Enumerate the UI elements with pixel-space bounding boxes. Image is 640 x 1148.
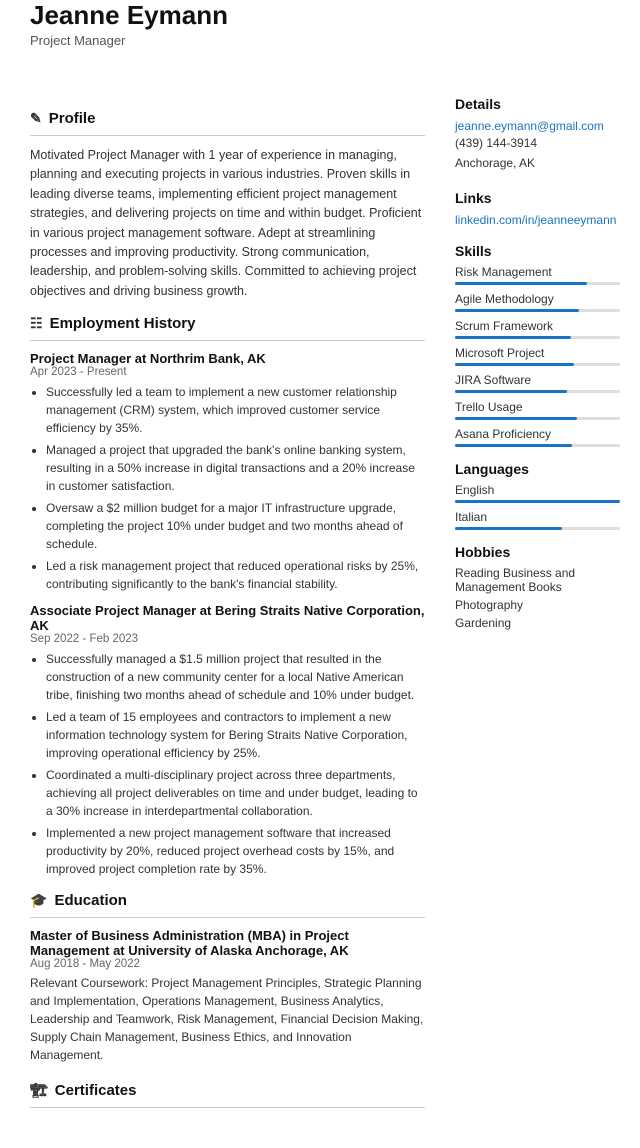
location-text: Anchorage, AK [455,153,620,173]
bullet-item: Led a risk management project that reduc… [46,557,425,593]
skill-bar-bg [455,363,620,366]
skill-label: Asana Proficiency [455,427,620,441]
certificates-section-title: 🏗 Certificates [30,1082,425,1099]
right-column: Details jeanne.eymann@gmail.com (439) 14… [445,96,640,1118]
header: Jeanne Eymann Project Manager [0,0,640,66]
profile-text: Motivated Project Manager with 1 year of… [30,146,425,301]
skill-item: Scrum Framework [455,319,620,339]
language-bar-bg [455,500,620,503]
language-label: Italian [455,510,620,524]
hobby-item: Gardening [455,616,620,630]
job-title-header: Project Manager [30,33,620,48]
hobbies-list: Reading Business and Management Books Pho… [455,566,620,630]
language-item: Italian [455,510,620,530]
language-item: English [455,483,620,503]
skill-bar-fill [455,417,577,420]
education-section-title: 🎓 Education [30,892,425,909]
bullet-item: Led a team of 15 employees and contracto… [46,708,425,762]
job-date: Apr 2023 - Present [30,366,425,378]
job-title: Associate Project Manager at Bering Stra… [30,603,425,633]
language-label: English [455,483,620,497]
skill-item: Trello Usage [455,400,620,420]
bullet-item: Successfully managed a $1.5 million proj… [46,650,425,704]
skill-item: Asana Proficiency [455,427,620,447]
education-label: Education [54,892,127,909]
bullet-item: Managed a project that upgraded the bank… [46,441,425,495]
skill-bar-bg [455,444,620,447]
skill-label: Risk Management [455,265,620,279]
certificates-divider [30,1107,425,1108]
skill-bar-bg [455,390,620,393]
skill-item: Risk Management [455,265,620,285]
language-bar-fill [455,527,562,530]
hobby-item: Reading Business and Management Books [455,566,620,594]
skill-item: Agile Methodology [455,292,620,312]
page-body: ✎ Profile Motivated Project Manager with… [0,66,640,1148]
languages-list: English Italian [455,483,620,530]
links-title: Links [455,190,620,206]
skill-bar-fill [455,309,579,312]
skill-label: JIRA Software [455,373,620,387]
education-icon: 🎓 [30,892,47,909]
skill-bar-bg [455,336,620,339]
job-date: Sep 2022 - Feb 2023 [30,633,425,645]
certificates-label: Certificates [55,1082,137,1099]
language-bar-fill [455,500,620,503]
education-list: Master of Business Administration (MBA) … [30,928,425,1064]
education-entry: Master of Business Administration (MBA) … [30,928,425,1064]
linkedin-link[interactable]: linkedin.com/in/jeanneeymann [455,213,616,227]
skill-item: Microsoft Project [455,346,620,366]
hobbies-title: Hobbies [455,544,620,560]
email-link[interactable]: jeanne.eymann@gmail.com [455,119,604,133]
job-bullets: Successfully managed a $1.5 million proj… [30,650,425,878]
profile-divider [30,135,425,136]
edu-title: Master of Business Administration (MBA) … [30,928,425,958]
bullet-item: Coordinated a multi-disciplinary project… [46,766,425,820]
skills-title: Skills [455,243,620,259]
employment-label: Employment History [50,315,196,332]
skill-bar-fill [455,336,571,339]
bullet-item: Successfully led a team to implement a n… [46,383,425,437]
left-column: ✎ Profile Motivated Project Manager with… [0,96,445,1118]
skill-bar-fill [455,363,574,366]
skill-bar-bg [455,309,620,312]
skill-bar-fill [455,282,587,285]
skill-bar-bg [455,282,620,285]
skill-label: Microsoft Project [455,346,620,360]
profile-icon: ✎ [30,110,42,127]
profile-section-title: ✎ Profile [30,110,425,127]
skill-label: Scrum Framework [455,319,620,333]
languages-title: Languages [455,461,620,477]
job-entry: Associate Project Manager at Bering Stra… [30,603,425,878]
skill-bar-fill [455,390,567,393]
bullet-item: Implemented a new project management sof… [46,824,425,878]
employment-section-title: ☷ Employment History [30,315,425,332]
skill-bar-fill [455,444,572,447]
language-bar-bg [455,527,620,530]
details-title: Details [455,96,620,112]
skill-bar-bg [455,417,620,420]
edu-date: Aug 2018 - May 2022 [30,958,425,970]
hobby-item: Photography [455,598,620,612]
edu-text: Relevant Coursework: Project Management … [30,974,425,1064]
employment-divider [30,340,425,341]
job-bullets: Successfully led a team to implement a n… [30,383,425,593]
skill-label: Trello Usage [455,400,620,414]
skills-list: Risk Management Agile Methodology Scrum … [455,265,620,447]
employment-icon: ☷ [30,315,43,332]
profile-label: Profile [49,110,96,127]
certificates-icon: 🏗 [30,1082,48,1099]
education-divider [30,917,425,918]
skill-item: JIRA Software [455,373,620,393]
skill-label: Agile Methodology [455,292,620,306]
job-entry: Project Manager at Northrim Bank, AK Apr… [30,351,425,593]
job-title: Project Manager at Northrim Bank, AK [30,351,425,366]
phone-text: (439) 144-3914 [455,133,620,153]
bullet-item: Oversaw a $2 million budget for a major … [46,499,425,553]
jobs-list: Project Manager at Northrim Bank, AK Apr… [30,351,425,878]
full-name: Jeanne Eymann [30,0,620,31]
